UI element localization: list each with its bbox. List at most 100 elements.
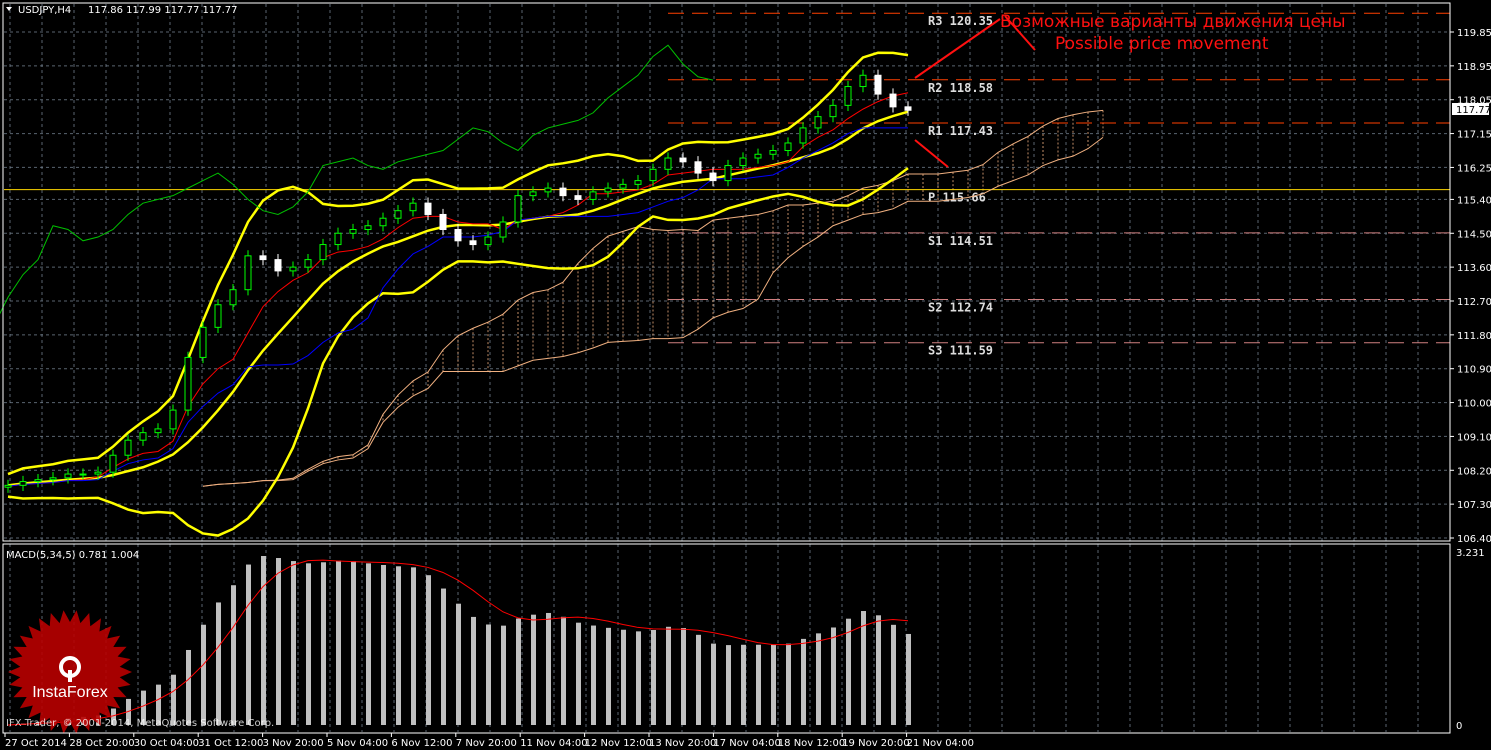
macd-bar	[426, 575, 431, 725]
candle-body	[184, 356, 192, 411]
candle-body	[229, 289, 237, 306]
macd-bar	[621, 629, 626, 725]
candle-body	[34, 479, 42, 483]
candle-body	[634, 180, 642, 185]
candle-body	[544, 187, 552, 193]
macd-axis-min: 0	[1456, 721, 1462, 732]
candle-body	[859, 74, 867, 88]
pivot-label: R3 120.35	[928, 14, 993, 28]
macd-bar	[876, 615, 881, 725]
candle-body	[484, 236, 492, 246]
time-tick-label: 12 Nov 12:00	[585, 738, 652, 749]
candle-body	[769, 150, 777, 155]
candle-body	[754, 153, 762, 159]
candle-body	[304, 259, 312, 268]
macd-bar	[831, 627, 836, 725]
macd-bar	[531, 614, 536, 725]
symbol-label: USDJPY,H4	[18, 5, 71, 16]
candle-body	[364, 225, 372, 231]
pivot-label: S1 114.51	[928, 234, 993, 248]
price-tick-label: 116.25	[1457, 163, 1491, 174]
candle-body	[214, 304, 222, 328]
macd-bar	[231, 585, 236, 725]
macd-bar	[486, 624, 491, 725]
candle-body	[274, 259, 282, 272]
time-tick-label: 6 Nov 12:00	[391, 738, 452, 749]
price-chart[interactable]: R3 120.35 R2 118.58 R1 117.43 P 115.66 S1 11…	[0, 0, 1491, 750]
time-tick-label: 11 Nov 04:00	[520, 738, 587, 749]
macd-bar	[726, 645, 731, 725]
candle-body	[844, 86, 852, 106]
candle-body	[604, 187, 612, 193]
macd-bar	[816, 633, 821, 725]
candle-body	[64, 473, 72, 479]
current-price: 117.77	[1456, 105, 1491, 116]
candle-body	[664, 157, 672, 170]
candle-body	[724, 165, 732, 182]
macd-bar	[756, 644, 761, 725]
main-panel-frame	[2, 2, 1451, 542]
pivot-label: S2 112.74	[928, 300, 993, 314]
candle-body	[874, 74, 882, 95]
macd-bar	[306, 563, 311, 725]
macd-bar	[351, 561, 356, 725]
macd-bar	[381, 564, 386, 725]
candle-body	[409, 202, 417, 212]
macd-bar	[636, 631, 641, 725]
macd-bar	[501, 625, 506, 725]
logo-text: InstaForex	[32, 684, 108, 701]
macd-histogram	[7, 556, 911, 726]
candle-body	[94, 471, 102, 475]
price-tick-label: 109.10	[1457, 432, 1491, 443]
candle-body	[334, 232, 342, 246]
macd-bar	[291, 561, 296, 725]
macd-bar	[456, 603, 461, 725]
chikou-line	[0, 44, 714, 315]
candle-body	[199, 326, 207, 358]
annotation-ru: Возможные варианты движения цены	[1000, 12, 1346, 32]
candle-body	[19, 481, 27, 486]
macd-label: MACD(5,34,5) 0.781 1.004	[6, 550, 139, 561]
price-tick-label: 114.50	[1457, 229, 1491, 240]
macd-bar	[666, 626, 671, 725]
candle-body	[619, 183, 627, 189]
candle-body	[499, 221, 507, 238]
macd-bar	[411, 567, 416, 725]
macd-bar	[546, 612, 551, 725]
price-tick-label: 119.85	[1457, 28, 1491, 39]
time-tick-label: 31 Oct 12:00	[198, 738, 263, 749]
candle-body	[139, 432, 147, 441]
candle-body	[529, 191, 537, 197]
macd-bar	[651, 630, 656, 725]
macd-bar	[366, 563, 371, 725]
macd-bar	[786, 643, 791, 725]
candle-body	[79, 473, 87, 476]
pivot-label: S3 111.59	[928, 344, 993, 358]
macd-bar	[516, 618, 521, 725]
macd-bar	[201, 624, 206, 725]
time-tick-label: 17 Nov 04:00	[713, 738, 780, 749]
candle-body	[469, 240, 477, 246]
pivot-label: P 115.66	[928, 191, 986, 205]
candle-body	[124, 439, 132, 456]
macd-axis-max: 3.231	[1456, 548, 1485, 559]
price-tick-label: 110.00	[1457, 399, 1491, 410]
macd-bar	[711, 643, 716, 725]
candle-body	[169, 409, 177, 430]
dropdown-triangle-icon[interactable]	[6, 7, 12, 11]
candle-body	[454, 229, 462, 242]
macd-bar	[186, 649, 191, 725]
macd-bar	[321, 562, 326, 725]
time-tick-label: 18 Nov 12:00	[778, 738, 845, 749]
price-tick-label: 118.95	[1457, 62, 1491, 73]
time-tick-label: 30 Oct 04:00	[134, 738, 199, 749]
time-tick-label: 27 Oct 2014	[5, 738, 67, 749]
macd-bar	[771, 644, 776, 725]
candle-body	[244, 255, 252, 291]
macd-bar	[216, 602, 221, 725]
macd-bar	[471, 616, 476, 725]
price-tick-label: 113.60	[1457, 263, 1491, 274]
macd-bar	[591, 625, 596, 725]
macd-bar	[246, 564, 251, 725]
pivot-label: R1 117.43	[928, 124, 993, 138]
